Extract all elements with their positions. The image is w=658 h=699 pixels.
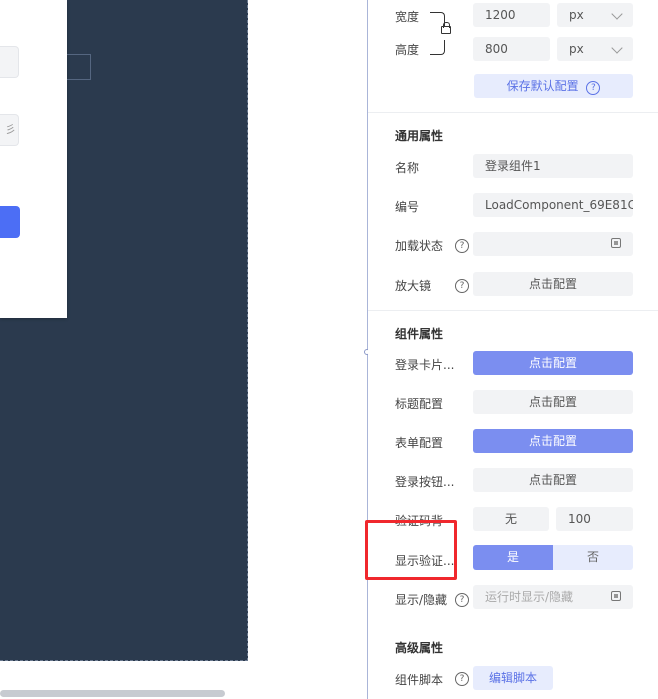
title-config-button[interactable]: 点击配置 <box>473 390 633 414</box>
chevron-down-icon <box>611 42 623 54</box>
variable-picker-icon[interactable] <box>611 591 621 601</box>
edit-script-button[interactable]: 编辑脚本 <box>473 666 553 690</box>
show-captcha-toggle[interactable]: 是 否 <box>473 545 633 570</box>
login-button-config-button[interactable]: 点击配置 <box>473 468 633 492</box>
login-card-preview[interactable]: 彡 <box>0 0 67 318</box>
name-input[interactable]: 登录组件1 <box>473 154 633 178</box>
component-script-label: 组件脚本 <box>395 673 444 687</box>
login-button-config-label: 登录按钮... <box>395 475 455 489</box>
card-username-field <box>0 46 19 78</box>
divider <box>368 310 658 311</box>
captcha-bg-opacity-input[interactable]: 100 <box>556 507 633 531</box>
lock-icon[interactable] <box>441 22 451 34</box>
loading-state-input[interactable] <box>473 232 633 256</box>
width-unit-select[interactable]: px <box>557 3 633 27</box>
advanced-section-title: 高级属性 <box>395 641 444 655</box>
height-unit-select[interactable]: px <box>557 37 633 61</box>
form-config-button[interactable]: 点击配置 <box>473 429 633 453</box>
loading-state-label: 加载状态 <box>395 239 444 253</box>
card-captcha-field: 彡 <box>0 114 19 146</box>
canvas-element-outline <box>67 54 91 80</box>
login-card-config-button[interactable]: 点击配置 <box>473 351 633 375</box>
name-label: 名称 <box>395 161 420 175</box>
visibility-input[interactable]: 运行时显示/隐藏 <box>473 585 633 609</box>
height-label: 高度 <box>395 43 420 57</box>
magnifier-config-button[interactable]: 点击配置 <box>473 272 633 296</box>
help-icon[interactable]: ? <box>455 672 469 686</box>
title-config-label: 标题配置 <box>395 397 444 411</box>
variable-picker-icon[interactable] <box>611 238 621 248</box>
width-unit-value: px <box>569 8 584 22</box>
visibility-label: 显示/隐藏 <box>395 593 448 607</box>
save-default-label: 保存默认配置 <box>506 79 579 93</box>
show-captcha-no[interactable]: 否 <box>553 545 633 570</box>
width-label: 宽度 <box>395 10 420 24</box>
general-section-title: 通用属性 <box>395 129 444 143</box>
component-section-title: 组件属性 <box>395 327 444 341</box>
help-icon[interactable]: ? <box>455 239 469 253</box>
horizontal-scrollbar[interactable] <box>0 690 225 697</box>
lock-bracket-bottom <box>430 40 445 55</box>
height-unit-value: px <box>569 42 584 56</box>
help-icon: ? <box>586 81 601 95</box>
divider <box>368 112 658 113</box>
height-input[interactable]: 800 <box>473 37 550 61</box>
captcha-bg-select[interactable]: 无 <box>473 507 549 531</box>
id-input[interactable]: LoadComponent_69E81C2 <box>473 193 633 217</box>
show-captcha-yes[interactable]: 是 <box>473 545 553 570</box>
visibility-placeholder: 运行时显示/隐藏 <box>485 590 574 604</box>
highlight-box <box>365 520 457 580</box>
help-icon[interactable]: ? <box>455 593 469 607</box>
card-field-suffix: 彡 <box>5 123 16 136</box>
login-card-config-label: 登录卡片... <box>395 358 455 372</box>
properties-panel: 宽度 1200 px 高度 800 px 保存默认配置 ? 通用属性 名称 登录… <box>368 0 658 699</box>
magnifier-label: 放大镜 <box>395 279 432 293</box>
id-label: 编号 <box>395 200 420 214</box>
width-input[interactable]: 1200 <box>473 3 550 27</box>
save-default-config-button[interactable]: 保存默认配置 ? <box>474 74 633 98</box>
design-canvas[interactable]: 彡 <box>0 0 248 661</box>
help-icon[interactable]: ? <box>455 279 469 293</box>
chevron-down-icon <box>611 8 623 20</box>
card-login-button <box>0 206 20 238</box>
form-config-label: 表单配置 <box>395 436 444 450</box>
